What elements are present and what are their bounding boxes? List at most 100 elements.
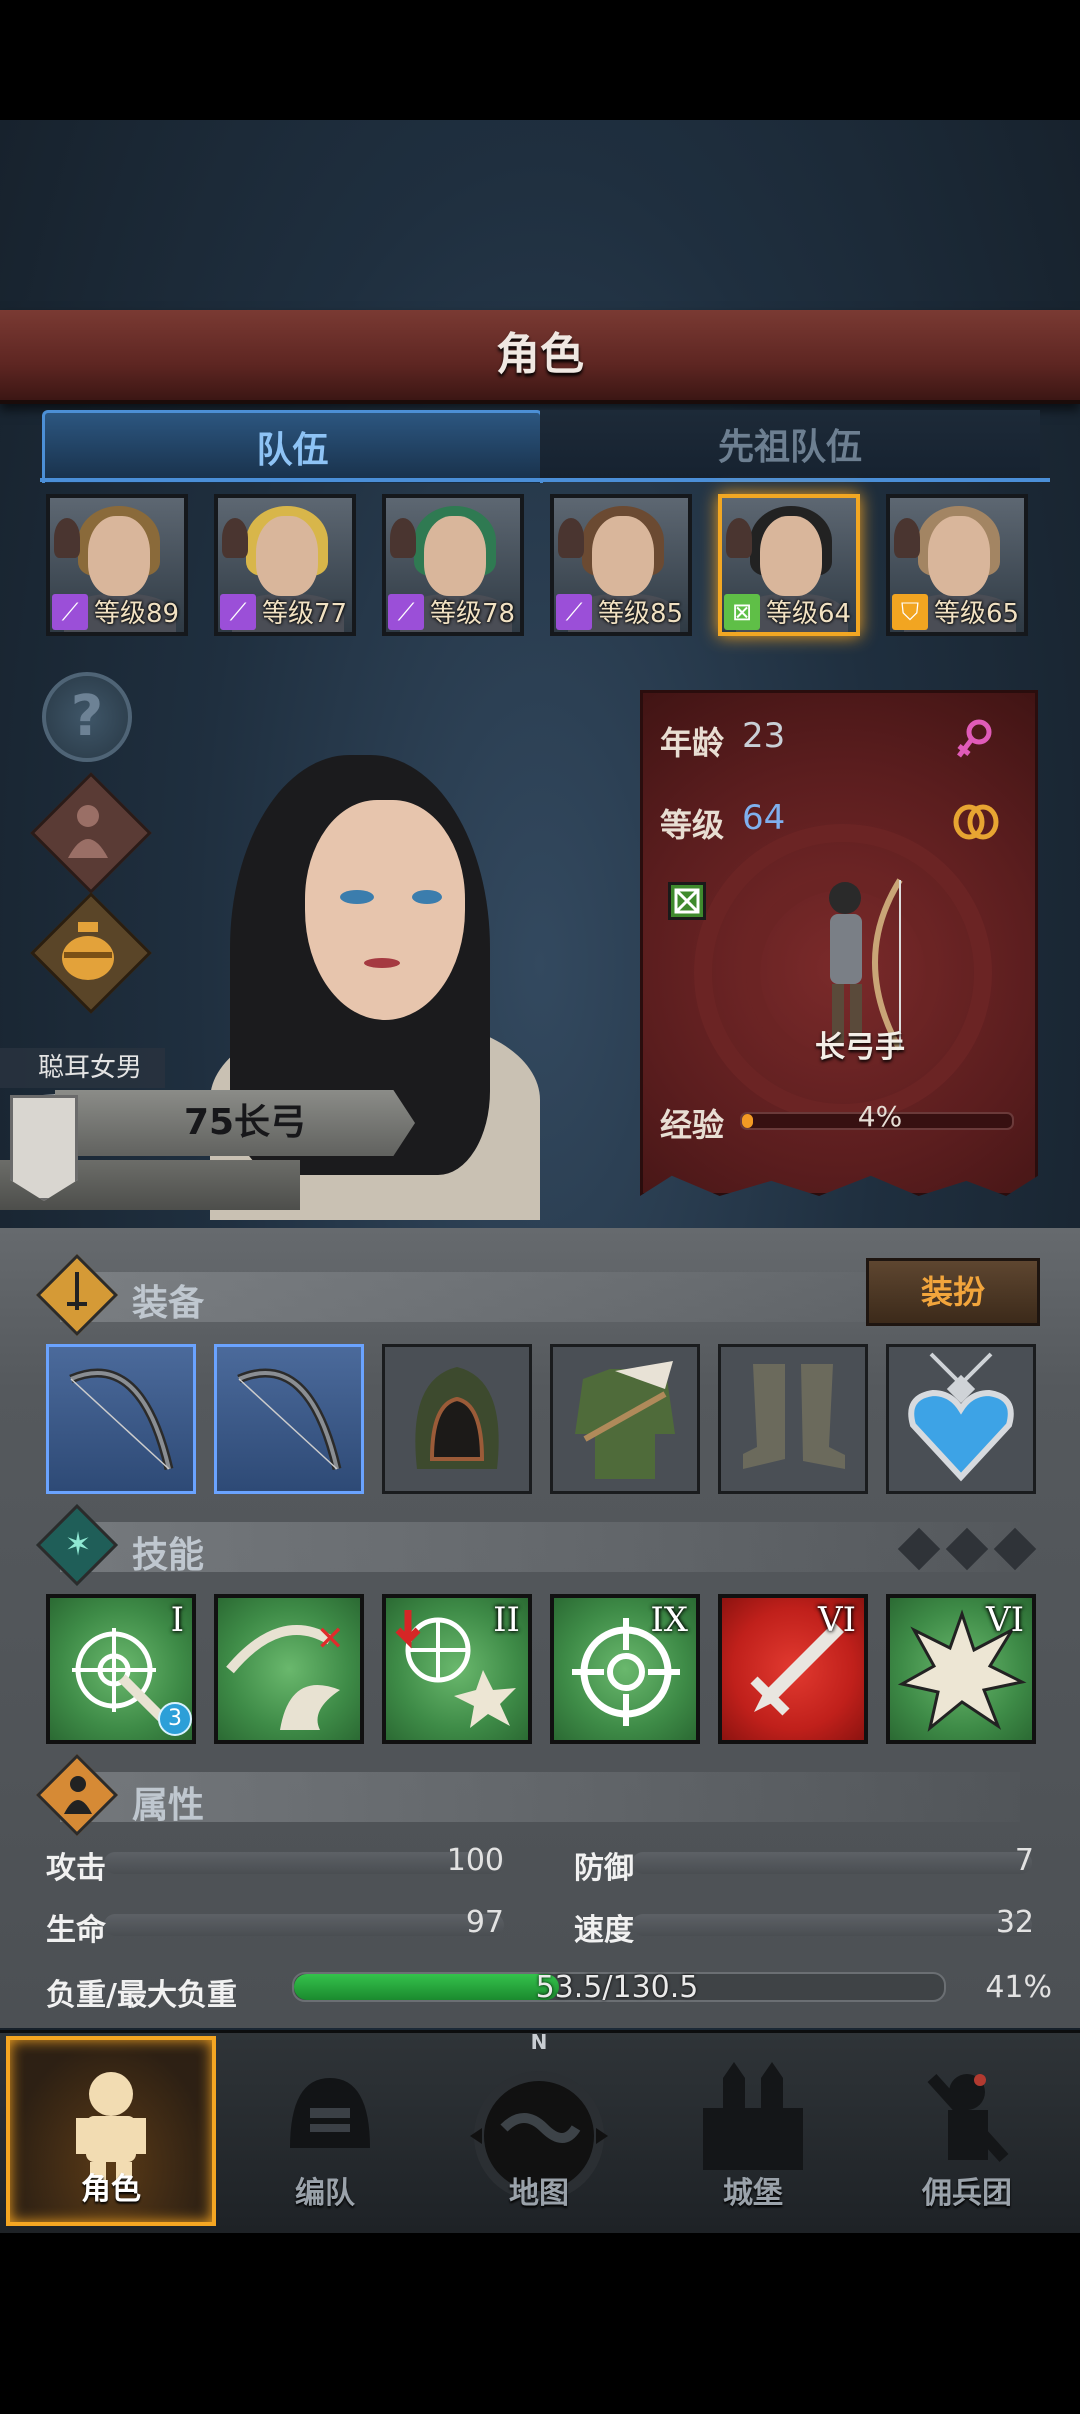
skill-rank: VI: [986, 1600, 1024, 1640]
hero-level: 等级77: [262, 599, 348, 629]
hero-silhouette-icon: [894, 518, 920, 558]
level-label: 等级: [660, 806, 725, 844]
speed-label: 速度: [574, 1913, 634, 1948]
helmet-icon: [270, 2058, 380, 2182]
hero-portrait[interactable]: ⊠ 等级64: [718, 494, 860, 636]
bow-class-icon: ⊠: [724, 594, 760, 630]
hero-silhouette-icon: [390, 518, 416, 558]
hero-silhouette-icon: [222, 518, 248, 558]
staff-star-icon: ⟋: [556, 594, 592, 630]
speed-value: 32: [995, 1905, 1034, 1940]
hp-label: 生命: [46, 1913, 106, 1948]
nav-label: 编队: [295, 2176, 355, 2211]
exp-bar-fill: [742, 1114, 753, 1128]
skill-slot[interactable]: IX: [550, 1594, 700, 1744]
hero-face: [928, 516, 990, 596]
shield-class-icon: ⛉: [892, 594, 928, 630]
nav-label: 佣兵团: [922, 2176, 1012, 2211]
nav-label: 地图: [509, 2176, 569, 2211]
nav-helmet[interactable]: 编队: [220, 2036, 430, 2226]
hero-portrait[interactable]: ⟋ 等级89: [46, 494, 188, 636]
skill-rank: I: [170, 1600, 184, 1640]
hero-level: 等级64: [766, 599, 852, 629]
staff-icon: ⟋: [388, 594, 424, 630]
skill-slot[interactable]: II: [382, 1594, 532, 1744]
skill-rank: II: [493, 1600, 520, 1640]
female-icon: [955, 718, 995, 762]
defense-value: 7: [1014, 1843, 1034, 1878]
nav-castle[interactable]: 城堡: [648, 2036, 858, 2226]
equipment-slot[interactable]: [718, 1344, 868, 1494]
skill-slot[interactable]: VI: [718, 1594, 868, 1744]
hero-silhouette-icon: [558, 518, 584, 558]
level-value: 64: [742, 798, 786, 838]
compass-north-label: N: [530, 2030, 548, 2054]
skill-slot[interactable]: I3: [46, 1594, 196, 1744]
portrait-lips: [364, 958, 400, 968]
banner-shield-icon[interactable]: [10, 1095, 78, 1201]
character-name[interactable]: 75长弓: [90, 1090, 400, 1156]
svg-text:✕: ✕: [316, 1619, 345, 1659]
tab-ancestor-team[interactable]: 先祖队伍: [540, 410, 1040, 480]
hero-face: [424, 516, 486, 596]
hero-face: [592, 516, 654, 596]
skill-charge-badge: 3: [158, 1702, 192, 1736]
hero-portrait[interactable]: ⟋ 等级77: [214, 494, 356, 636]
age-value: 23: [742, 716, 786, 756]
heart-amulet-icon: [891, 1349, 1031, 1491]
nav-mercenary[interactable]: 佣兵团: [862, 2036, 1072, 2226]
ring-icon[interactable]: [950, 798, 1002, 844]
equipment-slot[interactable]: [382, 1344, 532, 1494]
nav-knight[interactable]: 角色: [6, 2036, 216, 2226]
class-name: 长弓手: [815, 1030, 905, 1065]
boots-icon: [723, 1349, 863, 1491]
equipment-slot[interactable]: [214, 1344, 364, 1494]
longbow-icon: [51, 1349, 191, 1491]
skill-rank: VI: [818, 1600, 856, 1640]
hero-level: 等级85: [598, 599, 684, 629]
weight-percent: 41%: [985, 1970, 1052, 2005]
hero-portrait[interactable]: ⟋ 等级78: [382, 494, 524, 636]
hp-value: 97: [465, 1905, 504, 1940]
staff-icon: ⟋: [220, 594, 256, 630]
hero-silhouette-icon: [726, 518, 752, 558]
hero-portrait[interactable]: ⟋ 等级85: [550, 494, 692, 636]
weight-value: 53.5/130.5: [535, 1970, 699, 2005]
skill-slot[interactable]: VI: [886, 1594, 1036, 1744]
nav-label: 城堡: [723, 2176, 783, 2211]
bow-class-icon: [668, 882, 706, 920]
skill-slot[interactable]: ✕: [214, 1594, 364, 1744]
equipment-slot[interactable]: [550, 1344, 700, 1494]
hero-face: [88, 516, 150, 596]
hero-silhouette-icon: [54, 518, 80, 558]
portrait-face: [305, 800, 465, 1020]
hero-face: [256, 516, 318, 596]
attributes-title: 属性: [132, 1785, 205, 1826]
exp-percent: 4%: [857, 1100, 903, 1133]
attack-label: 攻击: [46, 1851, 106, 1886]
hero-portrait[interactable]: ⛉ 等级65: [886, 494, 1028, 636]
bow-strike-icon: ✕: [220, 1600, 360, 1740]
star-icon: ✶: [64, 1525, 92, 1563]
person-icon: [64, 800, 112, 860]
tab-team[interactable]: 队伍: [42, 410, 543, 483]
hero-level: 等级65: [934, 599, 1020, 629]
exp-label: 经验: [660, 1106, 725, 1144]
tunic-icon: [555, 1349, 695, 1491]
pot-icon: [58, 918, 118, 984]
castle-icon: [693, 2058, 813, 2182]
equipment-title: 装备: [132, 1283, 205, 1324]
dress-up-button[interactable]: 装扮: [866, 1258, 1040, 1326]
question-icon: ?: [70, 684, 104, 749]
nav-label: 角色: [81, 2172, 141, 2207]
weight-label: 负重/最大负重: [46, 1978, 237, 2013]
character-title: 聪耳女男爵: [0, 1048, 165, 1123]
nav-compass-map[interactable]: N 地图: [434, 2030, 644, 2226]
hero-level: 等级89: [94, 599, 180, 629]
equipment-slot[interactable]: [886, 1344, 1036, 1494]
help-button[interactable]: ?: [42, 672, 132, 762]
portrait-eye: [412, 890, 442, 904]
equipment-slot[interactable]: [46, 1344, 196, 1494]
hood-icon: [387, 1349, 527, 1491]
longbow-icon: [219, 1349, 359, 1491]
